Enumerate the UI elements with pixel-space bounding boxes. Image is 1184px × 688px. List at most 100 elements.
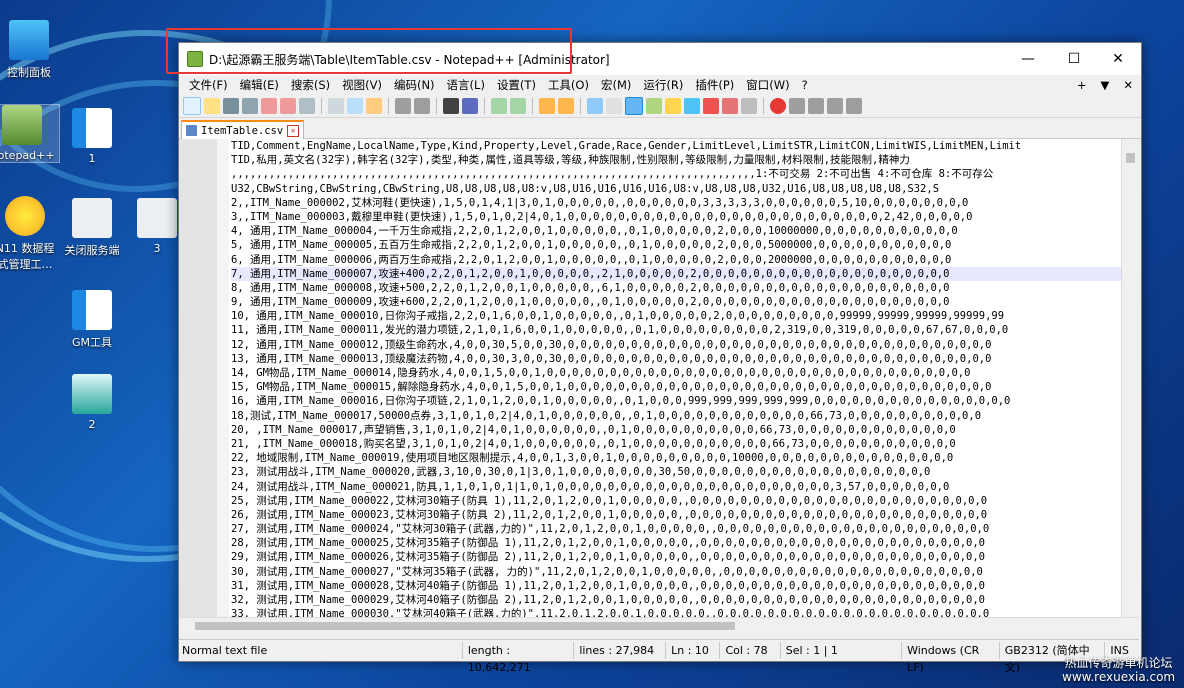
editor-line[interactable]: 2322, 地域限制,ITM_Name_000019,使用项目地区限制提示,4,… bbox=[231, 451, 1121, 465]
text-editor[interactable]: 1TID,Comment,EngName,LocalName,Type,Kind… bbox=[179, 139, 1139, 617]
udl-icon[interactable] bbox=[646, 98, 662, 114]
editor-line[interactable]: 1411, 通用,ITM_Name_000011,发光的潜力项链,2,1,0,1… bbox=[231, 323, 1121, 337]
status-eol[interactable]: Windows (CR LF) bbox=[901, 642, 999, 674]
editor-line[interactable]: 2625, 测试用,ITM_Name_000022,艾林河30箱子(防具 1),… bbox=[231, 494, 1121, 508]
close-all-icon[interactable] bbox=[280, 98, 296, 114]
editor-line[interactable]: 3029, 测试用,ITM_Name_000026,艾林河35箱子(防御品 2)… bbox=[231, 550, 1121, 564]
desktop-icon-notepadpp[interactable]: Notepad++ bbox=[0, 104, 60, 163]
new-tab-button[interactable]: + bbox=[1077, 78, 1087, 92]
desktop-icon-gm-tool[interactable]: GM工具 bbox=[55, 290, 129, 350]
editor-line[interactable]: 2827, 测试用,ITM_Name_000024,"艾林河30箱子(武器,力的… bbox=[231, 522, 1121, 536]
tab-itemtable-csv[interactable]: ItemTable.csv ✕ bbox=[181, 120, 305, 139]
function-list-icon[interactable] bbox=[684, 98, 700, 114]
stop-macro-icon[interactable] bbox=[789, 98, 805, 114]
close-button[interactable]: ✕ bbox=[1095, 43, 1141, 75]
menu-file[interactable]: 文件(F) bbox=[183, 77, 234, 93]
copy-icon[interactable] bbox=[347, 98, 363, 114]
save-icon[interactable] bbox=[223, 98, 239, 114]
run-macro-multiple-icon[interactable] bbox=[827, 98, 843, 114]
monitoring-icon[interactable] bbox=[722, 98, 738, 114]
record-macro-icon[interactable] bbox=[770, 98, 786, 114]
editor-line[interactable]: 1815, GM物品,ITM_Name_000015,解除隐身药水,4,0,0,… bbox=[231, 380, 1121, 394]
folder-workspace-icon[interactable] bbox=[703, 98, 719, 114]
editor-line[interactable]: 3,,,,,,,,,,,,,,,,,,,,,,,,,,,,,,,,,,,,,,,… bbox=[231, 167, 1121, 181]
editor-line[interactable]: 2221, ,ITM_Name_000018,购买名望,3,1,0,1,0,2|… bbox=[231, 437, 1121, 451]
code-area[interactable]: 1TID,Comment,EngName,LocalName,Type,Kind… bbox=[231, 139, 1121, 617]
editor-line[interactable]: 1512, 通用,ITM_Name_000012,顶级生命药水,4,0,0,30… bbox=[231, 338, 1121, 352]
editor-line[interactable]: 3231, 测试用,ITM_Name_000028,艾林河40箱子(防御品 1)… bbox=[231, 579, 1121, 593]
scroll-thumb[interactable] bbox=[1126, 153, 1135, 163]
tab-close-icon[interactable]: ✕ bbox=[287, 124, 300, 137]
menu-window[interactable]: 窗口(W) bbox=[740, 77, 795, 93]
menu-settings[interactable]: 设置(T) bbox=[491, 77, 542, 93]
editor-line[interactable]: 1916, 通用,ITM_Name_000016,日你沟子项链,2,1,0,1,… bbox=[231, 394, 1121, 408]
desktop-icon-2[interactable]: 2 bbox=[55, 374, 129, 431]
menu-edit[interactable]: 编辑(E) bbox=[234, 77, 285, 93]
menu-encoding[interactable]: 编码(N) bbox=[388, 77, 441, 93]
menu-view[interactable]: 视图(V) bbox=[336, 77, 388, 93]
redo-icon[interactable] bbox=[414, 98, 430, 114]
close-file-icon[interactable] bbox=[261, 98, 277, 114]
show-all-chars-icon[interactable] bbox=[606, 98, 622, 114]
minimize-button[interactable]: — bbox=[1005, 43, 1051, 75]
paste-icon[interactable] bbox=[366, 98, 382, 114]
editor-line[interactable]: 85, 通用,ITM_Name_000005,五百万生命戒指,2,2,0,1,2… bbox=[231, 238, 1121, 252]
scroll-thumb[interactable] bbox=[195, 622, 735, 630]
find-icon[interactable] bbox=[443, 98, 459, 114]
desktop-icon-stop-server[interactable]: 关闭服务端 bbox=[55, 198, 129, 258]
zoom-out-icon[interactable] bbox=[510, 98, 526, 114]
editor-line[interactable]: 2018,测试,ITM_Name_000017,50000点券,3,1,0,1,… bbox=[231, 409, 1121, 423]
close-tab-button[interactable]: ✕ bbox=[1123, 78, 1133, 92]
zoom-in-icon[interactable] bbox=[491, 98, 507, 114]
open-file-icon[interactable] bbox=[204, 98, 220, 114]
editor-line[interactable]: 2120, ,ITM_Name_000017,声望销售,3,1,0,1,0,2|… bbox=[231, 423, 1121, 437]
eye-icon[interactable] bbox=[741, 98, 757, 114]
replace-icon[interactable] bbox=[462, 98, 478, 114]
editor-line[interactable]: 2423, 测试用战斗,ITM_Name_000020,武器,3,10,0,30… bbox=[231, 465, 1121, 479]
desktop-icon-data-tool[interactable]: N11 数据程 式管理工… bbox=[0, 196, 62, 272]
menu-help[interactable]: ? bbox=[796, 78, 814, 92]
save-macro-icon[interactable] bbox=[846, 98, 862, 114]
editor-line[interactable]: 1310, 通用,ITM_Name_000010,日你沟子戒指,2,2,0,1,… bbox=[231, 309, 1121, 323]
editor-line[interactable]: 3433, 测试用,ITM_Name_000030,"艾林河40箱子(武器,力的… bbox=[231, 607, 1121, 617]
editor-line[interactable]: 129, 通用,ITM_Name_000009,攻速+600,2,2,0,1,2… bbox=[231, 295, 1121, 309]
undo-icon[interactable] bbox=[395, 98, 411, 114]
editor-line[interactable]: 96, 通用,ITM_Name_000006,两百万生命戒指,2,2,0,1,2… bbox=[231, 253, 1121, 267]
editor-line[interactable]: 3332, 测试用,ITM_Name_000029,艾林河40箱子(防御品 2)… bbox=[231, 593, 1121, 607]
indent-guide-icon[interactable] bbox=[625, 97, 643, 115]
vertical-scrollbar[interactable] bbox=[1121, 139, 1139, 617]
editor-line[interactable]: 1613, 通用,ITM_Name_000013,顶级魔法药物,4,0,0,30… bbox=[231, 352, 1121, 366]
menu-macro[interactable]: 宏(M) bbox=[595, 77, 637, 93]
horizontal-scrollbar[interactable] bbox=[179, 617, 1139, 634]
editor-line[interactable]: 2726, 测试用,ITM_Name_000023,艾林河30箱子(防具 2),… bbox=[231, 508, 1121, 522]
save-all-icon[interactable] bbox=[242, 98, 258, 114]
doc-map-icon[interactable] bbox=[665, 98, 681, 114]
desktop-icon-1[interactable]: 1 bbox=[55, 108, 129, 165]
print-icon[interactable] bbox=[299, 98, 315, 114]
editor-line[interactable]: 107, 通用,ITM_Name_000007,攻速+400,2,2,0,1,2… bbox=[231, 266, 1121, 281]
editor-line[interactable]: 1714, GM物品,ITM_Name_000014,隐身药水,4,0,0,1,… bbox=[231, 366, 1121, 380]
editor-line[interactable]: 2TID,私用,英文名(32字),韩字名(32字),类型,种类,属性,道具等级,… bbox=[231, 153, 1121, 167]
editor-line[interactable]: 2524, 测试用战斗,ITM_Name_000021,防具,1,1,0,1,0… bbox=[231, 480, 1121, 494]
play-macro-icon[interactable] bbox=[808, 98, 824, 114]
cut-icon[interactable] bbox=[328, 98, 344, 114]
maximize-button[interactable]: ☐ bbox=[1051, 43, 1097, 75]
menu-run[interactable]: 运行(R) bbox=[637, 77, 689, 93]
sync-horizontal-icon[interactable] bbox=[558, 98, 574, 114]
menu-plugins[interactable]: 插件(P) bbox=[689, 77, 740, 93]
editor-line[interactable]: 63,,ITM_Name_000003,戴穆里申鞋(更快速),1,5,0,1,0… bbox=[231, 210, 1121, 224]
editor-line[interactable]: 4U32,CBwString,CBwString,CBwString,U8,U8… bbox=[231, 182, 1121, 196]
word-wrap-icon[interactable] bbox=[587, 98, 603, 114]
desktop-icon-control-panel[interactable]: 控制面板 bbox=[0, 20, 66, 80]
menu-language[interactable]: 语言(L) bbox=[441, 77, 491, 93]
menu-search[interactable]: 搜索(S) bbox=[285, 77, 336, 93]
menu-tools[interactable]: 工具(O) bbox=[542, 77, 595, 93]
editor-line[interactable]: 1TID,Comment,EngName,LocalName,Type,Kind… bbox=[231, 139, 1121, 153]
editor-line[interactable]: 118, 通用,ITM_Name_000008,攻速+500,2,2,0,1,2… bbox=[231, 281, 1121, 295]
sync-vertical-icon[interactable] bbox=[539, 98, 555, 114]
editor-line[interactable]: 74, 通用,ITM_Name_000004,一千万生命戒指,2,2,0,1,2… bbox=[231, 224, 1121, 238]
editor-line[interactable]: 2928, 测试用,ITM_Name_000025,艾林河35箱子(防御品 1)… bbox=[231, 536, 1121, 550]
editor-line[interactable]: 52,,ITM_Name_000002,艾林河鞋(更快速),1,5,0,1,4,… bbox=[231, 196, 1121, 210]
new-file-icon[interactable] bbox=[183, 97, 201, 115]
editor-line[interactable]: 3130, 测试用,ITM_Name_000027,"艾林河35箱子(武器, 力… bbox=[231, 565, 1121, 579]
